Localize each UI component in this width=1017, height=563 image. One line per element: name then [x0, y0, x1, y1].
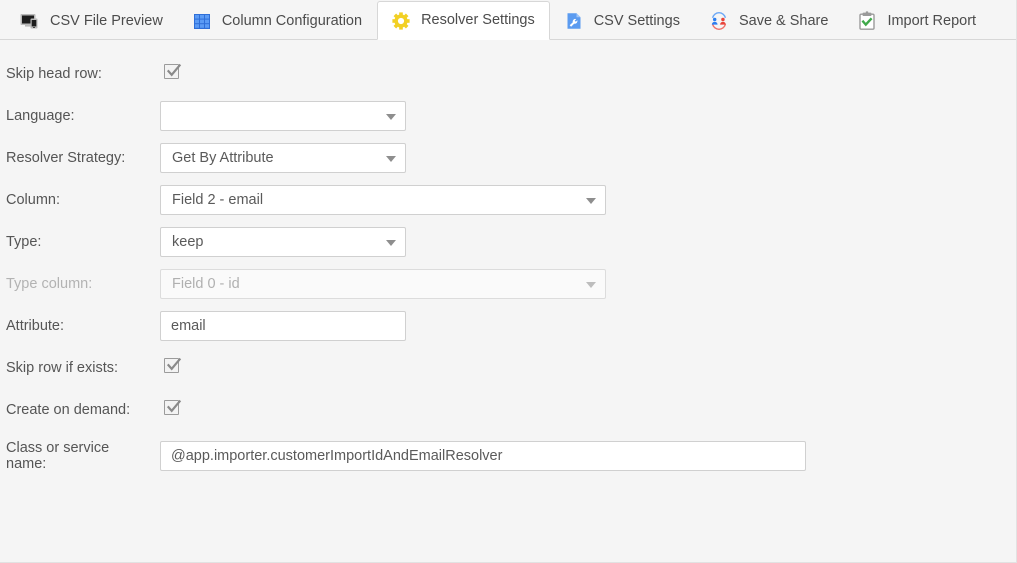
tab-import-report[interactable]: Import Report [843, 1, 991, 40]
type-column-select: Field 0 - id [160, 269, 606, 299]
form-row-type-column: Type column: Field 0 - id [0, 263, 1016, 305]
type-label: Type: [6, 234, 42, 250]
resolver-strategy-control: Get By Attribute [160, 143, 1016, 173]
type-column-value: Field 0 - id [172, 276, 240, 292]
tab-label: Import Report [887, 12, 977, 29]
form-row-language: Language: [0, 95, 1016, 137]
type-column-control: Field 0 - id [160, 269, 1016, 299]
import-wizard-window: CSV File Preview Column Configuration Re… [0, 0, 1017, 563]
create-on-demand-control [160, 399, 1016, 420]
resolver-settings-form: Skip head row: Language: Resolver Strate… [0, 53, 1016, 477]
type-column-label: Type column: [6, 276, 93, 292]
form-row-attribute: Attribute: email [0, 305, 1016, 347]
wrench-doc-icon [563, 10, 585, 32]
attribute-value: email [171, 318, 206, 334]
language-select[interactable] [160, 101, 406, 131]
monitor-icon [19, 10, 41, 32]
class-or-service-name-value: @app.importer.customerImportIdAndEmailRe… [171, 448, 503, 464]
tab-label: CSV File Preview [50, 12, 163, 29]
users-icon [708, 10, 730, 32]
class-or-service-name-input[interactable]: @app.importer.customerImportIdAndEmailRe… [160, 441, 806, 471]
skip-row-if-exists-checkbox[interactable] [164, 357, 182, 373]
column-value: Field 2 - email [172, 192, 264, 208]
resolver-strategy-select[interactable]: Get By Attribute [160, 143, 406, 173]
type-control: keep [160, 227, 1016, 257]
form-row-skip-row-if-exists: Skip row if exists: [0, 347, 1016, 389]
class-or-service-name-control: @app.importer.customerImportIdAndEmailRe… [160, 441, 1016, 471]
form-row-resolver-strategy: Resolver Strategy: Get By Attribute [0, 137, 1016, 179]
tab-label: Resolver Settings [421, 12, 535, 29]
column-control: Field 2 - email [160, 185, 1016, 215]
language-control [160, 101, 1016, 131]
check-icon [166, 357, 182, 371]
form-row-type: Type: keep [0, 221, 1016, 263]
column-select[interactable]: Field 2 - email [160, 185, 606, 215]
create-on-demand-label: Create on demand: [6, 402, 131, 418]
resolver-strategy-value: Get By Attribute [172, 150, 274, 166]
clipboard-check-icon [856, 10, 878, 32]
tab-column-configuration[interactable]: Column Configuration [178, 1, 377, 40]
chevron-down-icon [386, 156, 396, 162]
resolver-strategy-label: Resolver Strategy: [6, 150, 126, 166]
tab-resolver-settings[interactable]: Resolver Settings [377, 1, 550, 40]
attribute-control: email [160, 311, 1016, 341]
create-on-demand-checkbox[interactable] [164, 399, 182, 415]
chevron-down-icon [586, 282, 596, 288]
skip-head-row-label: Skip head row: [6, 66, 102, 82]
skip-head-row-control [160, 63, 1016, 84]
chevron-down-icon [386, 114, 396, 120]
check-icon [166, 63, 182, 77]
form-row-column: Column: Field 2 - email [0, 179, 1016, 221]
column-label: Column: [6, 192, 60, 208]
skip-row-if-exists-control [160, 357, 1016, 378]
attribute-label: Attribute: [6, 318, 65, 334]
tab-csv-file-preview[interactable]: CSV File Preview [6, 1, 178, 40]
tab-bar: CSV File Preview Column Configuration Re… [0, 0, 1016, 40]
tab-label: CSV Settings [593, 12, 680, 29]
type-select[interactable]: keep [160, 227, 406, 257]
form-row-skip-head-row: Skip head row: [0, 53, 1016, 95]
attribute-input[interactable]: email [160, 311, 406, 341]
type-value: keep [172, 234, 204, 250]
grid-icon [191, 10, 213, 32]
chevron-down-icon [586, 198, 596, 204]
tab-save-and-share[interactable]: Save & Share [695, 1, 843, 40]
language-label: Language: [6, 108, 75, 124]
skip-head-row-checkbox[interactable] [164, 63, 182, 79]
tab-label: Column Configuration [221, 12, 363, 29]
gear-icon [390, 10, 412, 32]
tab-csv-settings[interactable]: CSV Settings [550, 1, 695, 40]
check-icon [166, 399, 182, 413]
chevron-down-icon [386, 240, 396, 246]
class-or-service-name-label: Class or service name: [6, 440, 110, 472]
form-row-create-on-demand: Create on demand: [0, 389, 1016, 431]
form-row-class-or-service-name: Class or service name: @app.importer.cus… [0, 435, 1016, 477]
tab-label: Save & Share [738, 12, 829, 29]
skip-row-if-exists-label: Skip row if exists: [6, 360, 118, 376]
